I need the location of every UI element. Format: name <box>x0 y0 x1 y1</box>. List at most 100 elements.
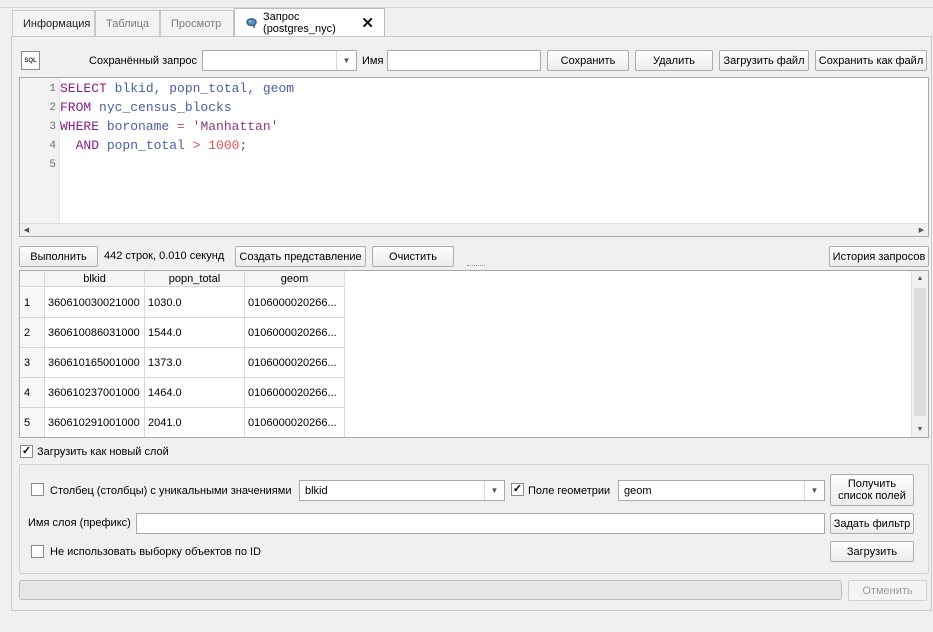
table-cell[interactable]: 1464.0 <box>145 378 245 408</box>
load-as-layer-checkbox[interactable]: ✓ <box>20 445 33 458</box>
delete-button[interactable]: Удалить <box>635 50 713 71</box>
tab-table[interactable]: Таблица <box>95 10 160 36</box>
table-cell[interactable]: 2041.0 <box>145 408 245 437</box>
set-filter-button[interactable]: Задать фильтр <box>830 513 914 534</box>
save-as-file-button[interactable]: Сохранить как файл <box>815 50 927 71</box>
code-text: FROM nyc_census_blocks <box>56 100 232 119</box>
table-cell[interactable]: 360610165001000 <box>45 348 145 378</box>
table-cell[interactable]: 360610030021000 <box>45 288 145 318</box>
checkmark-icon: ✓ <box>512 483 523 495</box>
code-token: WHERE <box>60 119 100 134</box>
tab-table-label: Таблица <box>106 17 150 30</box>
line-number: 1 <box>49 83 56 95</box>
create-view-button[interactable]: Создать представление <box>235 246 366 267</box>
query-history-button[interactable]: История запросов <box>829 246 929 267</box>
progress-bar <box>19 580 842 600</box>
chevron-down-icon: ▼ <box>336 51 356 70</box>
unique-columns-label: Столбец (столбцы) с уникальными значения… <box>50 485 292 497</box>
code-line: 3 WHERE boroname = 'Manhattan' <box>20 119 278 138</box>
sql-icon[interactable]: SQL <box>21 51 40 70</box>
tab-info[interactable]: Информация <box>12 10 95 36</box>
scroll-right-icon[interactable]: ▶ <box>915 224 928 236</box>
layer-name-label: Имя слоя (префикс) <box>28 517 131 529</box>
get-field-list-line1: Получить <box>847 478 897 490</box>
row-header[interactable]: 1 <box>20 288 45 318</box>
chevron-down-icon: ▼ <box>804 481 824 500</box>
table-cell[interactable]: 1544.0 <box>145 318 245 348</box>
cancel-button[interactable]: Отменить <box>848 580 927 601</box>
code-text: WHERE boroname = 'Manhattan' <box>56 119 278 138</box>
load-button[interactable]: Загрузить <box>830 541 914 562</box>
no-select-by-id-checkbox[interactable] <box>31 545 44 558</box>
code-token: SELECT <box>60 81 107 96</box>
editor-horizontal-scrollbar[interactable]: ◀ ▶ <box>20 223 928 236</box>
query-status: 442 строк, 0.010 секунд <box>104 250 225 262</box>
get-field-list-line2: список полей <box>838 490 906 502</box>
results-table[interactable]: blkid popn_total geom 1 360610030021000 10… <box>19 270 929 438</box>
table-cell[interactable]: 1373.0 <box>145 348 245 378</box>
table-cell[interactable]: 360610291001000 <box>45 408 145 437</box>
scroll-up-icon[interactable]: ▲ <box>912 271 928 286</box>
tab-preview-label: Просмотр <box>171 17 222 30</box>
tab-query[interactable]: Запрос (postgres_nyc) ✕ <box>234 8 385 37</box>
clear-button[interactable]: Очистить <box>372 246 454 267</box>
postgres-elephant-icon <box>246 18 257 28</box>
tab-preview[interactable]: Просмотр <box>160 10 234 36</box>
name-input[interactable] <box>387 50 541 71</box>
code-text: SELECT blkid, popn_total, geom <box>56 81 294 100</box>
column-header-blkid[interactable]: blkid <box>45 271 145 287</box>
table-corner <box>20 271 45 287</box>
table-cell[interactable]: 0106000020266... <box>245 378 345 408</box>
chevron-down-icon: ▼ <box>484 481 504 500</box>
unique-columns-combo[interactable]: blkid ▼ <box>299 480 505 501</box>
table-cell[interactable]: 360610086031000 <box>45 318 145 348</box>
execute-button[interactable]: Выполнить <box>19 246 98 267</box>
code-token: 'Manhattan' <box>184 119 279 134</box>
table-cell[interactable]: 360610237001000 <box>45 378 145 408</box>
code-token: = <box>177 119 185 134</box>
saved-query-combo[interactable]: ▼ <box>202 50 357 71</box>
save-button[interactable]: Сохранить <box>547 50 629 71</box>
code-token: FROM <box>60 100 92 115</box>
tab-info-label: Информация <box>23 17 91 30</box>
code-token: blkid, popn_total, geom <box>106 81 295 96</box>
table-cell[interactable]: 0106000020266... <box>245 408 345 437</box>
table-cell[interactable]: 0106000020266... <box>245 348 345 378</box>
window-top-border <box>0 0 933 8</box>
unique-columns-value: blkid <box>305 484 328 497</box>
load-file-button[interactable]: Загрузить файл <box>719 50 809 71</box>
code-token: ; <box>239 138 248 153</box>
row-header[interactable]: 5 <box>20 408 45 437</box>
load-as-layer-label: Загрузить как новый слой <box>37 446 169 458</box>
code-line: 5 <box>20 157 60 176</box>
tab-query-label: Запрос (postgres_nyc) <box>263 11 336 35</box>
splitter-handle[interactable] <box>467 265 485 267</box>
table-cell[interactable]: 1030.0 <box>145 288 245 318</box>
get-field-list-button[interactable]: Получить список полей <box>830 474 914 506</box>
code-line: 1 SELECT blkid, popn_total, geom <box>20 81 294 100</box>
table-cell[interactable]: 0106000020266... <box>245 318 345 348</box>
scroll-left-icon[interactable]: ◀ <box>20 224 33 236</box>
geometry-field-value: geom <box>624 484 652 497</box>
scroll-down-icon[interactable]: ▼ <box>912 422 928 437</box>
layer-name-input[interactable] <box>136 513 825 534</box>
code-text: AND popn_total > 1000; <box>56 138 248 157</box>
geometry-field-checkbox[interactable]: ✓ <box>511 483 524 496</box>
results-vertical-scrollbar[interactable]: ▲ ▼ <box>911 271 928 437</box>
table-cell[interactable]: 0106000020266... <box>245 288 345 318</box>
code-token: 1000 <box>200 138 240 153</box>
checkmark-icon: ✓ <box>21 445 32 457</box>
code-token: boroname <box>99 119 178 134</box>
line-number: 2 <box>49 102 56 114</box>
row-header[interactable]: 3 <box>20 348 45 378</box>
line-number: 5 <box>49 159 56 171</box>
row-header[interactable]: 4 <box>20 378 45 408</box>
geometry-field-combo[interactable]: geom ▼ <box>618 480 825 501</box>
column-header-popn-total[interactable]: popn_total <box>145 271 245 287</box>
column-header-geom[interactable]: geom <box>245 271 345 287</box>
close-tab-icon[interactable]: ✕ <box>361 16 374 31</box>
sql-editor[interactable]: 1 SELECT blkid, popn_total, geom 2 FROM nyc… <box>19 77 929 237</box>
scrollbar-thumb[interactable] <box>914 288 926 416</box>
unique-columns-checkbox[interactable] <box>31 483 44 496</box>
row-header[interactable]: 2 <box>20 318 45 348</box>
